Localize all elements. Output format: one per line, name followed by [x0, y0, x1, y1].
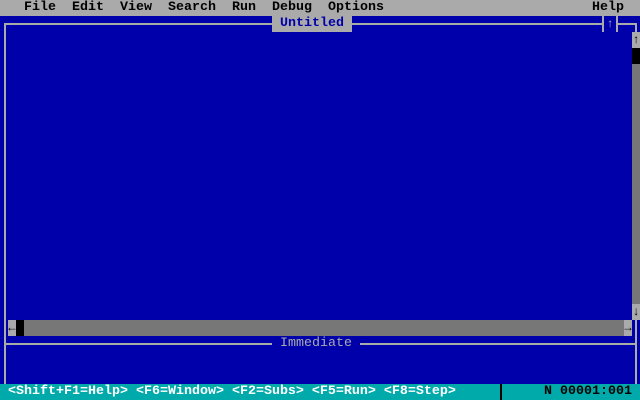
horizontal-scrollbar[interactable]: [8, 320, 632, 336]
menu-debug[interactable]: Debug: [272, 0, 312, 16]
menu-run[interactable]: Run: [232, 0, 256, 16]
cursor-position: N 00001:001: [500, 384, 640, 400]
scroll-down-icon[interactable]: ↓: [632, 304, 640, 320]
menu-file[interactable]: File: [24, 0, 56, 16]
menu-search[interactable]: Search: [168, 0, 216, 16]
vertical-scrollbar[interactable]: [632, 32, 640, 320]
scroll-right-icon[interactable]: →: [624, 320, 632, 336]
menu-help[interactable]: Help: [592, 0, 624, 16]
immediate-title: Immediate: [272, 336, 360, 352]
scroll-left-icon[interactable]: ←: [8, 320, 16, 336]
menu-view[interactable]: View: [120, 0, 152, 16]
maximize-button[interactable]: ↑: [602, 16, 618, 32]
menu-edit[interactable]: Edit: [72, 0, 104, 16]
vertical-scroll-thumb[interactable]: [632, 48, 640, 64]
status-hints: <Shift+F1=Help> <F6=Window> <F2=Subs> <F…: [8, 384, 456, 399]
menu-bar: File Edit View Search Run Debug Options …: [0, 0, 640, 16]
horizontal-scroll-thumb[interactable]: [16, 320, 24, 336]
menu-options[interactable]: Options: [328, 0, 384, 16]
maximize-icon: ↑: [606, 17, 614, 31]
editor-title: Untitled: [272, 16, 352, 32]
scroll-up-icon[interactable]: ↑: [632, 32, 640, 48]
